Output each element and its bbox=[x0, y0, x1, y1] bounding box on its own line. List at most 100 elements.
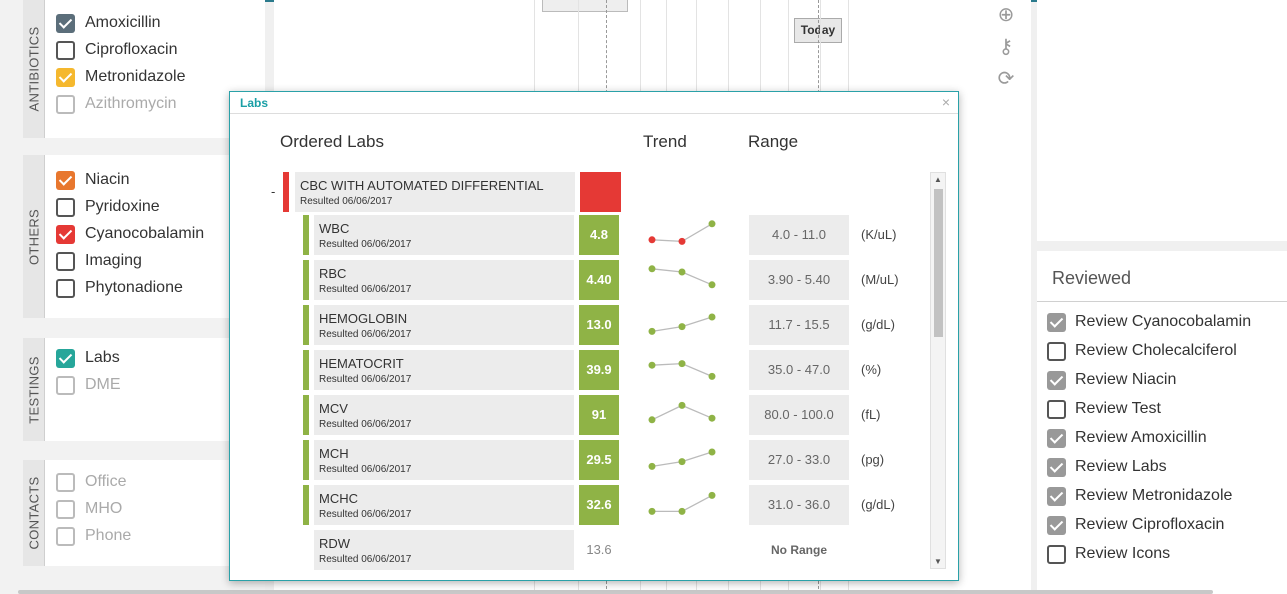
lab-status-bar bbox=[303, 350, 309, 390]
lab-name-box: MCH Resulted 06/06/2017 bbox=[314, 440, 574, 480]
filter-checkbox[interactable] bbox=[56, 94, 75, 114]
key-icon[interactable]: ⚷ bbox=[995, 36, 1017, 58]
filter-niacin[interactable]: Niacin bbox=[56, 169, 129, 191]
filter-cyanocobalamin[interactable]: Cyanocobalamin bbox=[56, 223, 204, 245]
filter-ciprofloxacin[interactable]: Ciprofloxacin bbox=[56, 39, 177, 61]
group-tab-label: CONTACTS bbox=[26, 476, 41, 550]
reviewed-item[interactable]: Review Amoxicillin bbox=[1047, 427, 1207, 449]
filter-phytonadione[interactable]: Phytonadione bbox=[56, 277, 183, 299]
lab-trend-sparkline bbox=[648, 220, 716, 245]
group-tab-others[interactable]: OTHERS bbox=[23, 155, 45, 318]
lab-row-mch[interactable]: MCH Resulted 06/06/2017 29.5 27.0 - 33.0 (pg… bbox=[303, 440, 923, 480]
parent-lab-row[interactable]: CBC WITH AUTOMATED DIFFERENTIAL Resulted… bbox=[283, 172, 621, 212]
reviewed-label: Review Metronidazole bbox=[1075, 487, 1233, 504]
zoom-in-icon[interactable]: ⊕ bbox=[995, 4, 1017, 26]
lab-unit: (fL) bbox=[861, 407, 881, 422]
lab-row-mchc[interactable]: MCHC Resulted 06/06/2017 32.6 31.0 - 36.0 (g… bbox=[303, 485, 923, 525]
trend-point bbox=[708, 220, 716, 228]
reviewed-item[interactable]: Review Test bbox=[1047, 398, 1161, 420]
filter-office[interactable]: Office bbox=[56, 471, 127, 493]
trend-point bbox=[648, 361, 656, 369]
lab-row-mcv[interactable]: MCV Resulted 06/06/2017 91 80.0 - 100.0 (fL) bbox=[303, 395, 923, 435]
reviewed-checkbox[interactable] bbox=[1047, 341, 1066, 361]
reviewed-checkbox[interactable] bbox=[1047, 486, 1066, 506]
lab-unit: (g/dL) bbox=[861, 317, 895, 332]
filter-checkbox[interactable] bbox=[56, 170, 75, 190]
filter-checkbox[interactable] bbox=[56, 67, 75, 87]
filter-checkbox[interactable] bbox=[56, 40, 75, 60]
lab-row-hematocrit[interactable]: HEMATOCRIT Resulted 06/06/2017 39.9 35.0 - … bbox=[303, 350, 923, 390]
group-tab-label: OTHERS bbox=[26, 208, 41, 265]
reviewed-item[interactable]: Review Labs bbox=[1047, 456, 1167, 478]
lab-unit: (M/uL) bbox=[861, 272, 899, 287]
filter-checkbox[interactable] bbox=[56, 348, 75, 368]
group-tab-testings[interactable]: TESTINGS bbox=[23, 338, 45, 441]
lab-unit: (K/uL) bbox=[861, 227, 897, 242]
lab-row-rbc[interactable]: RBC Resulted 06/06/2017 4.40 3.90 - 5.40 (M/… bbox=[303, 260, 923, 300]
labs-modal: Labs × Ordered Labs Trend Range - CBC WI… bbox=[229, 91, 959, 581]
filter-checkbox[interactable] bbox=[56, 375, 75, 395]
filter-checkbox[interactable] bbox=[56, 197, 75, 217]
lab-resulted-date: Resulted 06/06/2017 bbox=[319, 329, 412, 340]
reviewed-item[interactable]: Review Icons bbox=[1047, 543, 1170, 565]
filter-checkbox[interactable] bbox=[56, 224, 75, 244]
refresh-icon[interactable]: ⟳ bbox=[995, 68, 1017, 90]
lab-unit: (pg) bbox=[861, 452, 885, 467]
filter-azithromycin[interactable]: Azithromycin bbox=[56, 93, 177, 115]
reviewed-title: Reviewed bbox=[1052, 268, 1132, 288]
filter-labs[interactable]: Labs bbox=[56, 347, 120, 369]
filter-checkbox[interactable] bbox=[56, 13, 75, 33]
collapse-toggle[interactable]: - bbox=[271, 184, 275, 199]
reviewed-item[interactable]: Review Metronidazole bbox=[1047, 485, 1232, 507]
reviewed-label: Review Test bbox=[1075, 400, 1161, 417]
filter-checkbox[interactable] bbox=[56, 526, 75, 546]
reviewed-item[interactable]: Review Ciprofloxacin bbox=[1047, 514, 1224, 536]
filter-checkbox[interactable] bbox=[56, 278, 75, 298]
lab-value: 39.9 bbox=[579, 350, 619, 390]
reviewed-label: Review Labs bbox=[1075, 458, 1167, 475]
reviewed-divider bbox=[1037, 301, 1287, 302]
lab-name-box: RBC Resulted 06/06/2017 bbox=[314, 260, 574, 300]
reviewed-checkbox[interactable] bbox=[1047, 457, 1066, 477]
lab-row-hemoglobin[interactable]: HEMOGLOBIN Resulted 06/06/2017 13.0 11.7 - … bbox=[303, 305, 923, 345]
filter-label: Pyridoxine bbox=[85, 198, 160, 215]
close-icon[interactable]: × bbox=[942, 94, 950, 110]
reviewed-item[interactable]: Review Cyanocobalamin bbox=[1047, 311, 1251, 333]
filter-checkbox[interactable] bbox=[56, 499, 75, 519]
lab-resulted-date: Resulted 06/06/2017 bbox=[319, 239, 412, 250]
timeline-tools: ⊕ ⚷ ⟳ bbox=[959, 0, 1031, 594]
filter-label: Office bbox=[85, 473, 127, 490]
reviewed-checkbox[interactable] bbox=[1047, 312, 1066, 332]
scroll-up-icon[interactable]: ▲ bbox=[934, 175, 942, 184]
filter-metronidazole[interactable]: Metronidazole bbox=[56, 66, 186, 88]
lab-row-rdw[interactable]: RDW Resulted 06/06/2017 13.6 No Range bbox=[303, 530, 923, 570]
reviewed-checkbox[interactable] bbox=[1047, 370, 1066, 390]
lab-name: MCH bbox=[319, 446, 349, 461]
reviewed-checkbox[interactable] bbox=[1047, 428, 1066, 448]
filter-pyridoxine[interactable]: Pyridoxine bbox=[56, 196, 160, 218]
scrollbar-thumb[interactable] bbox=[934, 189, 943, 337]
modal-title: Labs bbox=[240, 96, 269, 110]
scroll-down-icon[interactable]: ▼ bbox=[934, 557, 942, 566]
reviewed-checkbox[interactable] bbox=[1047, 399, 1066, 419]
filter-dme[interactable]: DME bbox=[56, 374, 121, 396]
filter-checkbox[interactable] bbox=[56, 251, 75, 271]
filter-phone[interactable]: Phone bbox=[56, 525, 131, 547]
group-tab-antibiotics[interactable]: ANTIBIOTICS bbox=[23, 0, 45, 138]
trend-point bbox=[648, 327, 656, 335]
lab-row-wbc[interactable]: WBC Resulted 06/06/2017 4.8 4.0 - 11.0 (K/uL… bbox=[303, 215, 923, 255]
reviewed-item[interactable]: Review Cholecalciferol bbox=[1047, 340, 1237, 362]
modal-vertical-scrollbar[interactable]: ▲ ▼ bbox=[930, 172, 946, 569]
lab-status-bar bbox=[303, 260, 309, 300]
group-tab-contacts[interactable]: CONTACTS bbox=[23, 460, 45, 566]
filter-amoxicillin[interactable]: Amoxicillin bbox=[56, 12, 161, 34]
horizontal-scrollbar[interactable] bbox=[18, 590, 1213, 594]
reviewed-checkbox[interactable] bbox=[1047, 515, 1066, 535]
filter-mho[interactable]: MHO bbox=[56, 498, 122, 520]
lab-trend-sparkline bbox=[648, 360, 716, 380]
filter-checkbox[interactable] bbox=[56, 472, 75, 492]
reviewed-checkbox[interactable] bbox=[1047, 544, 1066, 564]
reviewed-item[interactable]: Review Niacin bbox=[1047, 369, 1176, 391]
filter-imaging[interactable]: Imaging bbox=[56, 250, 142, 272]
modal-header: Labs × bbox=[230, 92, 958, 114]
